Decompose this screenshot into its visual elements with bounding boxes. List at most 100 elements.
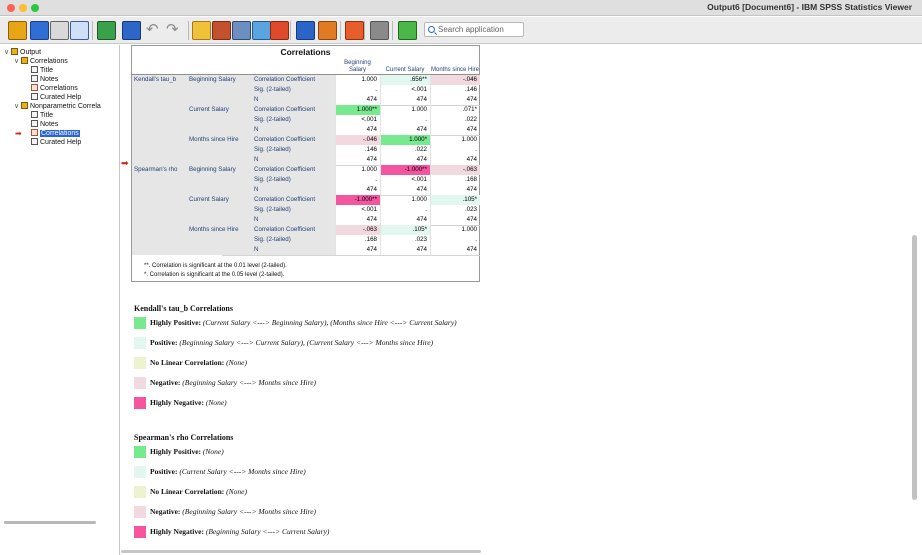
value-cell[interactable]: 474 xyxy=(335,155,380,165)
value-cell[interactable]: -.046 xyxy=(430,75,480,85)
search-application-input[interactable]: Search application xyxy=(424,22,524,37)
vertical-scrollbar[interactable] xyxy=(912,235,917,500)
zoom-window-button[interactable] xyxy=(31,4,39,12)
horizontal-scrollbar[interactable] xyxy=(121,550,481,553)
save-icon[interactable] xyxy=(30,21,49,40)
value-cell[interactable]: .022 xyxy=(380,145,430,155)
value-cell[interactable]: <.001 xyxy=(380,85,430,95)
value-cell[interactable]: . xyxy=(335,85,380,95)
value-cell[interactable]: <.001 xyxy=(380,175,430,185)
value-cell[interactable]: . xyxy=(380,115,430,125)
statistic-label: N xyxy=(254,156,259,163)
value-cell[interactable]: 474 xyxy=(335,185,380,195)
correlations-pivot-table[interactable]: Correlations Beginning Salary Current Sal… xyxy=(131,45,480,282)
value-cell[interactable]: 474 xyxy=(380,125,430,135)
export-icon[interactable] xyxy=(97,21,116,40)
value-cell[interactable]: 474 xyxy=(380,185,430,195)
value-cell[interactable]: .022 xyxy=(430,115,480,125)
value-cell[interactable]: -.063 xyxy=(430,165,480,175)
value-cell[interactable]: 1.000 xyxy=(335,165,380,175)
print-preview-icon[interactable] xyxy=(70,21,89,40)
statistic-label: N xyxy=(254,126,259,133)
value-cell[interactable]: 1.000 xyxy=(380,105,430,115)
value-cell[interactable]: -.046 xyxy=(335,135,380,145)
value-cell[interactable]: 474 xyxy=(380,245,430,255)
value-cell[interactable]: . xyxy=(380,205,430,215)
value-cell[interactable]: 474 xyxy=(335,125,380,135)
legend-item: Highly Negative: (Beginning Salary <--->… xyxy=(134,526,329,538)
value-cell[interactable]: .656** xyxy=(380,75,430,85)
value-cell[interactable]: 474 xyxy=(380,95,430,105)
select-cases-icon[interactable] xyxy=(296,21,315,40)
value-cell[interactable]: 474 xyxy=(335,95,380,105)
value-cell[interactable]: 1.000** xyxy=(335,105,380,115)
minimize-window-button[interactable] xyxy=(19,4,27,12)
variables-icon[interactable] xyxy=(232,21,251,40)
value-cell[interactable]: 474 xyxy=(335,215,380,225)
outline-pane[interactable]: ∨ Output ∨ Correlations Title Notes Correlatio… xyxy=(0,45,120,555)
outline-item[interactable]: Title xyxy=(24,111,53,120)
value-cell[interactable]: 474 xyxy=(430,95,480,105)
value-cell[interactable]: -.063 xyxy=(335,225,380,235)
designate-window-icon[interactable] xyxy=(345,21,364,40)
value-cell[interactable]: 474 xyxy=(430,125,480,135)
recall-dialog-icon[interactable] xyxy=(122,21,141,40)
outline-item[interactable]: ∨ Nonparametric Correla xyxy=(14,102,101,111)
value-cell[interactable]: -1.000** xyxy=(335,195,380,205)
outline-item[interactable]: Correlations ➡ xyxy=(15,129,80,138)
value-cell[interactable]: 474 xyxy=(380,215,430,225)
value-cell[interactable]: 474 xyxy=(430,185,480,195)
value-cell[interactable]: 1.000 xyxy=(430,225,480,235)
toggle-icon[interactable] xyxy=(398,21,417,40)
disclosure-chevron-icon[interactable]: ∨ xyxy=(4,48,11,57)
value-cell[interactable]: 474 xyxy=(430,245,480,255)
value-cell[interactable]: 1.000 xyxy=(380,195,430,205)
outline-item[interactable]: Correlations xyxy=(24,84,78,93)
outline-horizontal-scrollbar[interactable] xyxy=(4,521,96,524)
value-cell[interactable]: 1.000 xyxy=(430,135,480,145)
outline-item[interactable]: Curated Help xyxy=(24,138,81,147)
value-cell[interactable]: <.001 xyxy=(335,205,380,215)
value-cell[interactable]: .146 xyxy=(335,145,380,155)
value-cell[interactable]: .146 xyxy=(430,85,480,95)
value-cell[interactable]: . xyxy=(430,145,480,155)
output-content-pane[interactable]: ➡ Correlations Beginning Salary Current S… xyxy=(121,45,922,555)
close-window-button[interactable] xyxy=(7,4,15,12)
value-cell[interactable]: 474 xyxy=(430,215,480,225)
value-cell[interactable]: .023 xyxy=(430,205,480,215)
disclosure-chevron-icon[interactable]: ∨ xyxy=(14,57,21,66)
value-cell[interactable]: 474 xyxy=(430,155,480,165)
value-labels-icon[interactable] xyxy=(318,21,337,40)
value-cell[interactable]: .071* xyxy=(430,105,480,115)
value-cell[interactable]: -1.000** xyxy=(380,165,430,175)
outline-item[interactable]: ∨ Correlations xyxy=(14,57,68,66)
outline-item[interactable]: Title xyxy=(24,66,53,75)
print-icon[interactable] xyxy=(50,21,69,40)
value-cell[interactable]: . xyxy=(430,235,480,245)
value-cell[interactable]: .168 xyxy=(335,235,380,245)
value-cell[interactable]: .023 xyxy=(380,235,430,245)
value-cell[interactable]: <.001 xyxy=(335,115,380,125)
undo-icon[interactable]: ↶ xyxy=(146,21,165,40)
value-cell[interactable]: 1.000* xyxy=(380,135,430,145)
open-icon[interactable] xyxy=(8,21,27,40)
value-cell[interactable]: .105* xyxy=(380,225,430,235)
disclosure-chevron-icon[interactable]: ∨ xyxy=(14,102,21,111)
value-cell[interactable]: .168 xyxy=(430,175,480,185)
value-cell[interactable]: .105* xyxy=(430,195,480,205)
outline-item[interactable]: Notes xyxy=(24,120,58,129)
goto-case-icon[interactable] xyxy=(212,21,231,40)
toolbar-separator xyxy=(364,21,365,40)
outline-item[interactable]: Curated Help xyxy=(24,93,81,102)
show-hide-icon[interactable] xyxy=(370,21,389,40)
split-file-icon[interactable] xyxy=(270,21,289,40)
value-cell[interactable]: 1.000 xyxy=(335,75,380,85)
value-cell[interactable]: 474 xyxy=(335,245,380,255)
goto-data-icon[interactable] xyxy=(192,21,211,40)
insert-cases-icon[interactable] xyxy=(252,21,271,40)
outline-item[interactable]: Notes xyxy=(24,75,58,84)
value-cell[interactable]: 474 xyxy=(380,155,430,165)
value-cell[interactable]: . xyxy=(335,175,380,185)
redo-icon[interactable]: ↷ xyxy=(166,21,185,40)
outline-item[interactable]: ∨ Output xyxy=(4,48,41,57)
